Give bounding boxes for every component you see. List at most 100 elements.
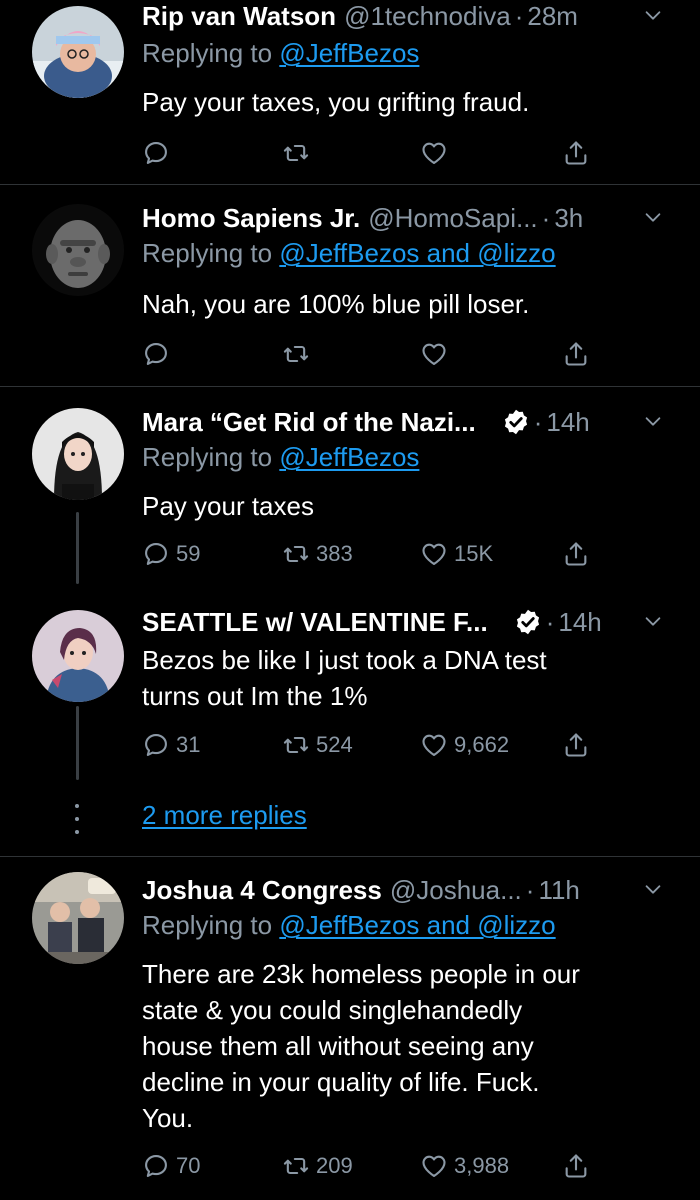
reply-icon bbox=[142, 1152, 170, 1180]
replying-to-link[interactable]: @JeffBezos and @lizzo bbox=[279, 910, 555, 940]
display-name[interactable]: SEATTLE w/ VALENTINE F... bbox=[142, 607, 488, 638]
thread-line bbox=[76, 512, 79, 584]
share-icon bbox=[562, 731, 590, 759]
timestamp[interactable]: 11h bbox=[538, 875, 579, 906]
avatar-image bbox=[32, 872, 124, 964]
tweet-text-line: turns out Im the 1% bbox=[142, 681, 368, 711]
retweet-icon bbox=[282, 1152, 310, 1180]
retweet-button[interactable] bbox=[282, 336, 316, 372]
display-name[interactable]: Rip van Watson bbox=[142, 1, 336, 32]
share-button[interactable] bbox=[562, 1148, 590, 1184]
like-button[interactable] bbox=[420, 336, 454, 372]
retweet-button[interactable]: 209 bbox=[282, 1148, 353, 1184]
avatar[interactable] bbox=[32, 204, 124, 296]
user-handle[interactable]: @Joshua... bbox=[390, 875, 522, 906]
reply-count: 31 bbox=[176, 732, 201, 757]
replying-to-link[interactable]: @JeffBezos bbox=[279, 442, 419, 472]
timestamp[interactable]: 14h bbox=[558, 607, 601, 638]
display-name[interactable]: Joshua 4 Congress bbox=[142, 875, 382, 906]
reply-count: 59 bbox=[176, 541, 201, 566]
timestamp[interactable]: 14h bbox=[546, 407, 589, 438]
tweet-text: Pay your taxes bbox=[142, 491, 314, 521]
action-bar: 31 524 9,662 bbox=[142, 727, 602, 763]
reply-button[interactable]: 59 bbox=[142, 536, 200, 572]
retweet-button[interactable] bbox=[282, 135, 316, 171]
like-button[interactable] bbox=[420, 135, 454, 171]
chevron-down-icon[interactable] bbox=[642, 206, 664, 228]
display-name[interactable]: Homo Sapiens Jr. bbox=[142, 203, 360, 234]
avatar[interactable] bbox=[32, 408, 124, 500]
tweet-header: Rip van Watson @1technodiva · 28m bbox=[142, 0, 664, 34]
like-button[interactable]: 9,662 bbox=[420, 727, 509, 763]
retweet-button[interactable]: 524 bbox=[282, 727, 353, 763]
like-count: 3,988 bbox=[454, 1153, 510, 1178]
divider bbox=[0, 386, 700, 387]
replying-to-link[interactable]: @JeffBezos and @lizzo bbox=[279, 238, 555, 268]
reply-button[interactable]: 31 bbox=[142, 727, 200, 763]
avatar[interactable] bbox=[32, 872, 124, 964]
avatar-image bbox=[32, 610, 124, 702]
reply-button[interactable] bbox=[142, 336, 176, 372]
more-replies-link[interactable]: 2 more replies bbox=[142, 800, 307, 831]
avatar-image bbox=[32, 204, 124, 296]
separator-dot: · bbox=[541, 202, 551, 233]
share-icon bbox=[562, 340, 590, 368]
replying-to: Replying to @JeffBezos bbox=[142, 442, 419, 473]
tweet-text-line: house them all without seeing any bbox=[142, 1031, 534, 1061]
tweet-header: Homo Sapiens Jr. @HomoSapi... · 3h bbox=[142, 200, 664, 236]
replying-to-label: Replying to bbox=[142, 38, 280, 68]
share-button[interactable] bbox=[562, 135, 590, 171]
user-handle[interactable]: @HomoSapi... bbox=[368, 203, 537, 234]
share-button[interactable] bbox=[562, 727, 590, 763]
chevron-down-icon[interactable] bbox=[642, 410, 664, 432]
retweet-count: 209 bbox=[316, 1153, 353, 1178]
user-handle[interactable]: @1technodiva bbox=[344, 1, 511, 32]
replying-to-link[interactable]: @JeffBezos bbox=[279, 38, 419, 68]
replying-to-label: Replying to bbox=[142, 442, 280, 472]
share-icon bbox=[562, 139, 590, 167]
chevron-down-icon[interactable] bbox=[642, 878, 664, 900]
verified-badge-icon bbox=[514, 608, 542, 636]
share-button[interactable] bbox=[562, 336, 590, 372]
retweet-icon bbox=[282, 139, 310, 167]
avatar-image bbox=[32, 408, 124, 500]
replying-to-label: Replying to bbox=[142, 910, 280, 940]
display-name[interactable]: Mara “Get Rid of the Nazi... bbox=[142, 407, 476, 438]
action-bar bbox=[142, 336, 602, 372]
avatar[interactable] bbox=[32, 6, 124, 98]
reply-count: 70 bbox=[176, 1153, 201, 1178]
retweet-count: 383 bbox=[316, 541, 353, 566]
retweet-icon bbox=[282, 731, 310, 759]
tweet-text: Pay your taxes, you grifting fraud. bbox=[142, 87, 530, 117]
divider bbox=[0, 184, 700, 185]
tweet-text-line: There are 23k homeless people in our bbox=[142, 959, 580, 989]
chevron-down-icon[interactable] bbox=[642, 610, 664, 632]
action-bar bbox=[142, 135, 602, 171]
reply-button[interactable] bbox=[142, 135, 176, 171]
separator-dot: · bbox=[533, 406, 543, 437]
like-icon bbox=[420, 340, 448, 368]
retweet-icon bbox=[282, 340, 310, 368]
reply-icon bbox=[142, 731, 170, 759]
chevron-down-icon[interactable] bbox=[642, 4, 664, 26]
like-count: 15K bbox=[454, 541, 494, 566]
retweet-button[interactable]: 383 bbox=[282, 536, 353, 572]
tweet-text: Nah, you are 100% blue pill loser. bbox=[142, 289, 530, 319]
tweet-text-line: state & you could singlehandedly bbox=[142, 995, 523, 1025]
timestamp[interactable]: 3h bbox=[554, 203, 583, 234]
avatar[interactable] bbox=[32, 610, 124, 702]
reply-icon bbox=[142, 340, 170, 368]
reply-icon bbox=[142, 540, 170, 568]
retweet-icon bbox=[282, 540, 310, 568]
divider bbox=[0, 856, 700, 857]
tweet-text: Bezos be like I just took a DNA test tur… bbox=[142, 642, 662, 714]
tweet-text-line: Bezos be like I just took a DNA test bbox=[142, 645, 547, 675]
share-button[interactable] bbox=[562, 536, 590, 572]
like-count: 9,662 bbox=[454, 732, 510, 757]
like-icon bbox=[420, 731, 448, 759]
timestamp[interactable]: 28m bbox=[527, 1, 578, 32]
like-button[interactable]: 15K bbox=[420, 536, 493, 572]
action-bar: 70 209 3,988 bbox=[142, 1148, 602, 1184]
reply-button[interactable]: 70 bbox=[142, 1148, 200, 1184]
like-button[interactable]: 3,988 bbox=[420, 1148, 509, 1184]
